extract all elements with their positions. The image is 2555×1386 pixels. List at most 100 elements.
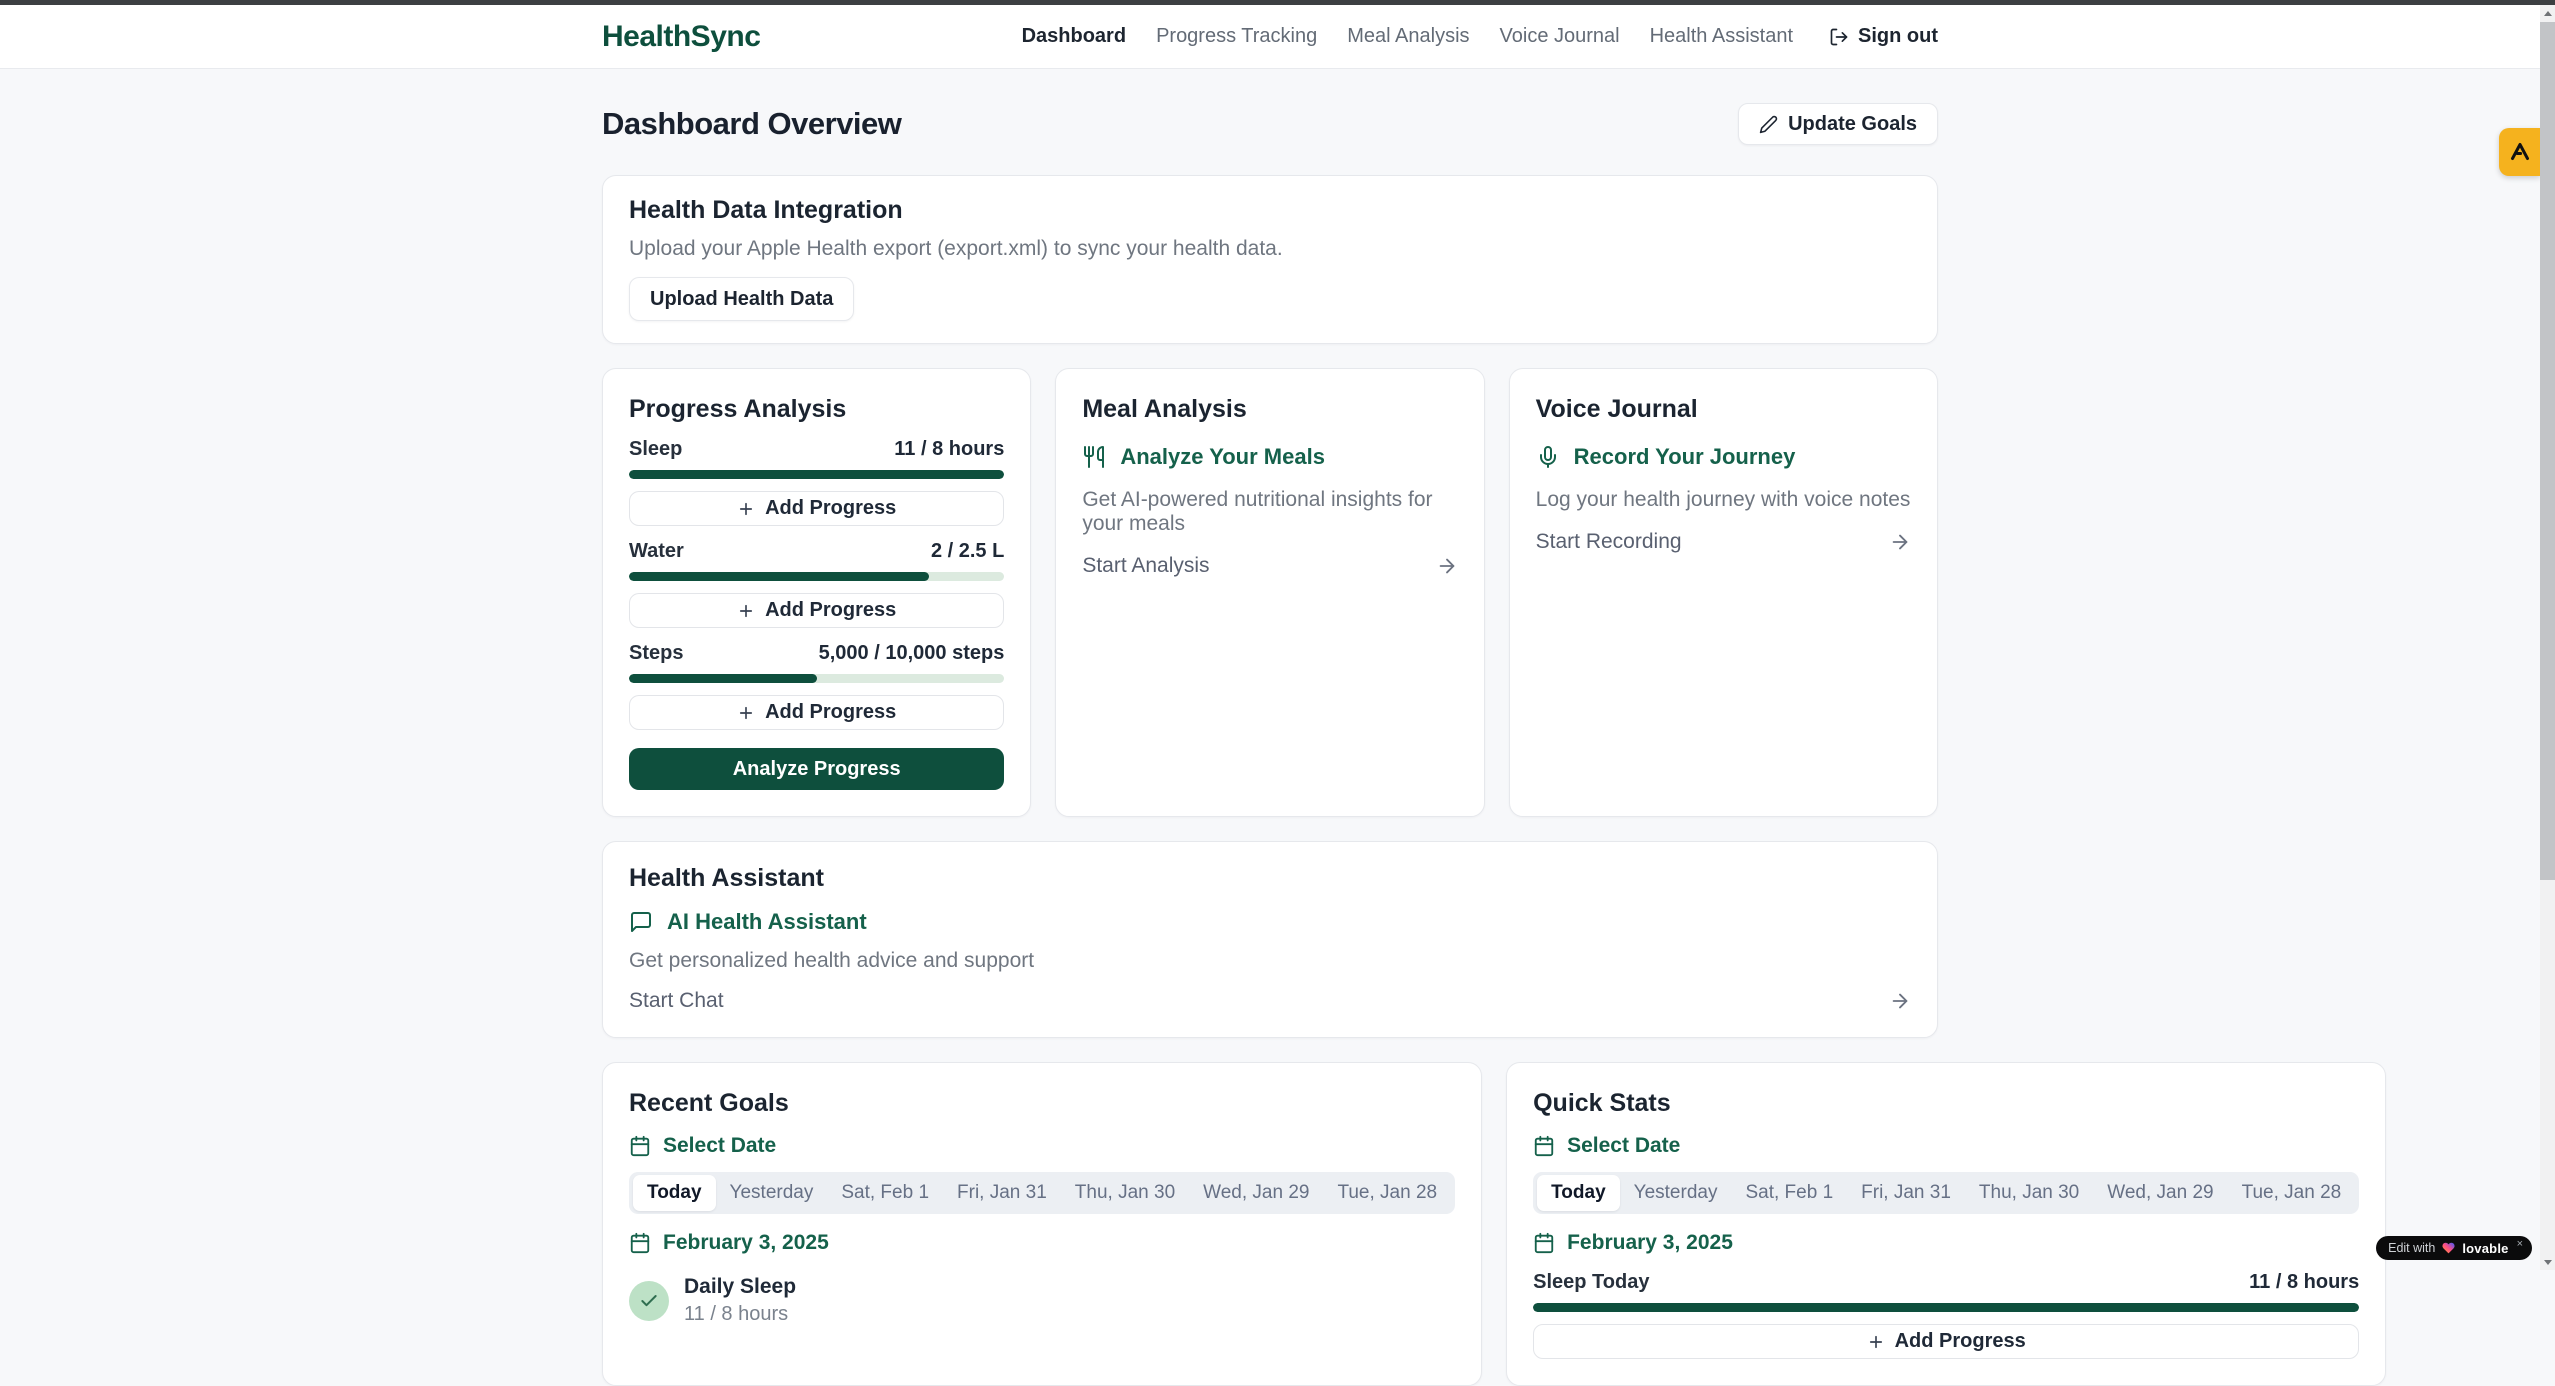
app-header: HealthSync Dashboard Progress Tracking M… bbox=[0, 5, 2555, 69]
pencil-icon bbox=[1759, 115, 1778, 134]
nav-meal-analysis[interactable]: Meal Analysis bbox=[1347, 25, 1469, 48]
recent-goals-select-date[interactable]: Select Date bbox=[629, 1134, 1455, 1158]
steps-progress-bar bbox=[629, 674, 1004, 683]
meal-analysis-card: Meal Analysis Analyze Your Meals Get AI-… bbox=[1055, 368, 1484, 817]
start-recording-row[interactable]: Start Recording bbox=[1536, 530, 1911, 554]
meal-analysis-title: Meal Analysis bbox=[1082, 395, 1457, 424]
metric-steps-label: Steps bbox=[629, 642, 683, 665]
update-goals-button[interactable]: Update Goals bbox=[1738, 103, 1938, 145]
current-date-label: February 3, 2025 bbox=[663, 1231, 829, 1255]
main-content: Dashboard Overview Update Goals Health D… bbox=[602, 103, 1938, 1386]
tab-tue-jan-28[interactable]: Tue, Jan 28 bbox=[2228, 1175, 2356, 1211]
scrollbar-up-arrow[interactable] bbox=[2540, 5, 2555, 21]
goal-name: Daily Sleep bbox=[684, 1275, 796, 1299]
add-progress-label: Add Progress bbox=[765, 497, 896, 520]
lovable-editor-fab[interactable] bbox=[2499, 128, 2540, 176]
record-your-journey-link[interactable]: Record Your Journey bbox=[1536, 444, 1911, 470]
start-analysis-row[interactable]: Start Analysis bbox=[1082, 554, 1457, 578]
badge-close-icon[interactable]: × bbox=[2517, 1238, 2523, 1250]
metric-sleep-value: 11 / 8 hours bbox=[894, 438, 1004, 461]
calendar-icon bbox=[629, 1135, 651, 1157]
record-your-journey-label: Record Your Journey bbox=[1574, 444, 1796, 470]
scrollbar-down-arrow[interactable] bbox=[2540, 1254, 2555, 1270]
tab-thu-jan-30[interactable]: Thu, Jan 30 bbox=[1061, 1175, 1189, 1211]
scrollbar-thumb[interactable] bbox=[2540, 22, 2555, 880]
plus-icon bbox=[1867, 1333, 1885, 1351]
goal-value: 11 / 8 hours bbox=[684, 1303, 796, 1326]
brand-logo[interactable]: HealthSync bbox=[602, 20, 760, 54]
integration-description: Upload your Apple Health export (export.… bbox=[629, 237, 1911, 261]
voice-journal-card: Voice Journal Record Your Journey Log yo… bbox=[1509, 368, 1938, 817]
sign-out-button[interactable]: Sign out bbox=[1829, 25, 1938, 48]
add-progress-steps-button[interactable]: Add Progress bbox=[629, 695, 1004, 730]
recent-goals-title: Recent Goals bbox=[629, 1089, 1455, 1118]
voice-description: Log your health journey with voice notes bbox=[1536, 488, 1911, 512]
add-progress-label: Add Progress bbox=[1895, 1330, 2026, 1353]
metric-water-value: 2 / 2.5 L bbox=[931, 540, 1004, 563]
arrow-right-icon bbox=[1889, 531, 1911, 553]
start-analysis-label: Start Analysis bbox=[1082, 554, 1209, 578]
nav-progress-tracking[interactable]: Progress Tracking bbox=[1156, 25, 1317, 48]
chat-bubble-icon bbox=[629, 910, 653, 934]
nav-voice-journal[interactable]: Voice Journal bbox=[1500, 25, 1620, 48]
ai-health-assistant-label: AI Health Assistant bbox=[667, 909, 867, 935]
edit-with-label: Edit with bbox=[2388, 1241, 2435, 1255]
main-nav: Dashboard Progress Tracking Meal Analysi… bbox=[1022, 25, 1938, 48]
tab-today[interactable]: Today bbox=[633, 1175, 716, 1211]
tab-fri-jan-31[interactable]: Fri, Jan 31 bbox=[1847, 1175, 1965, 1211]
quick-stats-current-date: February 3, 2025 bbox=[1533, 1231, 2359, 1255]
page-title: Dashboard Overview bbox=[602, 106, 901, 142]
tab-sat-feb-1[interactable]: Sat, Feb 1 bbox=[1731, 1175, 1847, 1211]
add-progress-label: Add Progress bbox=[765, 599, 896, 622]
sleep-today-value: 11 / 8 hours bbox=[2249, 1271, 2359, 1294]
assistant-description: Get personalized health advice and suppo… bbox=[629, 949, 1911, 973]
tab-tue-jan-28[interactable]: Tue, Jan 28 bbox=[1323, 1175, 1451, 1211]
health-assistant-card: Health Assistant AI Health Assistant Get… bbox=[602, 841, 1938, 1038]
sleep-today-label: Sleep Today bbox=[1533, 1271, 1649, 1294]
metric-sleep-today: Sleep Today 11 / 8 hours Add Progress bbox=[1533, 1271, 2359, 1359]
analyze-your-meals-link[interactable]: Analyze Your Meals bbox=[1082, 444, 1457, 470]
metric-water: Water 2 / 2.5 L Add Progress bbox=[629, 540, 1004, 628]
vertical-scrollbar bbox=[2540, 5, 2555, 1270]
log-out-icon bbox=[1829, 27, 1849, 47]
nav-health-assistant[interactable]: Health Assistant bbox=[1650, 25, 1793, 48]
health-assistant-title: Health Assistant bbox=[629, 864, 1911, 893]
quick-stats-title: Quick Stats bbox=[1533, 1089, 2359, 1118]
quick-stats-select-date[interactable]: Select Date bbox=[1533, 1134, 2359, 1158]
edit-with-lovable-badge[interactable]: Edit with lovable × bbox=[2376, 1236, 2532, 1260]
metric-steps: Steps 5,000 / 10,000 steps Add Progress bbox=[629, 642, 1004, 730]
tab-yesterday[interactable]: Yesterday bbox=[1620, 1175, 1732, 1211]
heart-icon bbox=[2441, 1241, 2456, 1255]
integration-title: Health Data Integration bbox=[629, 196, 1911, 225]
check-circle-icon bbox=[629, 1281, 669, 1321]
add-progress-quick-stats-button[interactable]: Add Progress bbox=[1533, 1324, 2359, 1359]
add-progress-sleep-button[interactable]: Add Progress bbox=[629, 491, 1004, 526]
calendar-icon bbox=[1533, 1232, 1555, 1254]
start-chat-row[interactable]: Start Chat bbox=[629, 989, 1911, 1013]
tab-wed-jan-29[interactable]: Wed, Jan 29 bbox=[1189, 1175, 1323, 1211]
arrow-right-icon bbox=[1889, 990, 1911, 1012]
ai-health-assistant-link[interactable]: AI Health Assistant bbox=[629, 909, 1911, 935]
calendar-icon bbox=[1533, 1135, 1555, 1157]
upload-health-data-button[interactable]: Upload Health Data bbox=[629, 277, 854, 321]
tab-yesterday[interactable]: Yesterday bbox=[716, 1175, 828, 1211]
nav-dashboard[interactable]: Dashboard bbox=[1022, 25, 1126, 48]
select-date-label: Select Date bbox=[663, 1134, 776, 1158]
add-progress-water-button[interactable]: Add Progress bbox=[629, 593, 1004, 628]
sign-out-label: Sign out bbox=[1858, 25, 1938, 48]
lovable-brand-label: lovable bbox=[2462, 1241, 2508, 1256]
tab-thu-jan-30[interactable]: Thu, Jan 30 bbox=[1965, 1175, 2093, 1211]
analyze-progress-button[interactable]: Analyze Progress bbox=[629, 748, 1004, 790]
update-goals-label: Update Goals bbox=[1788, 113, 1917, 136]
start-recording-label: Start Recording bbox=[1536, 530, 1682, 554]
tab-sat-feb-1[interactable]: Sat, Feb 1 bbox=[827, 1175, 943, 1211]
recent-goals-current-date: February 3, 2025 bbox=[629, 1231, 1455, 1255]
plus-icon bbox=[737, 500, 755, 518]
progress-analysis-title: Progress Analysis bbox=[629, 395, 1004, 424]
current-date-label: February 3, 2025 bbox=[1567, 1231, 1733, 1255]
tab-today[interactable]: Today bbox=[1537, 1175, 1620, 1211]
tab-fri-jan-31[interactable]: Fri, Jan 31 bbox=[943, 1175, 1061, 1211]
recent-goals-card: Recent Goals Select Date Today Yesterday… bbox=[602, 1062, 1482, 1386]
lovable-glyph-icon bbox=[2508, 140, 2532, 164]
tab-wed-jan-29[interactable]: Wed, Jan 29 bbox=[2093, 1175, 2227, 1211]
